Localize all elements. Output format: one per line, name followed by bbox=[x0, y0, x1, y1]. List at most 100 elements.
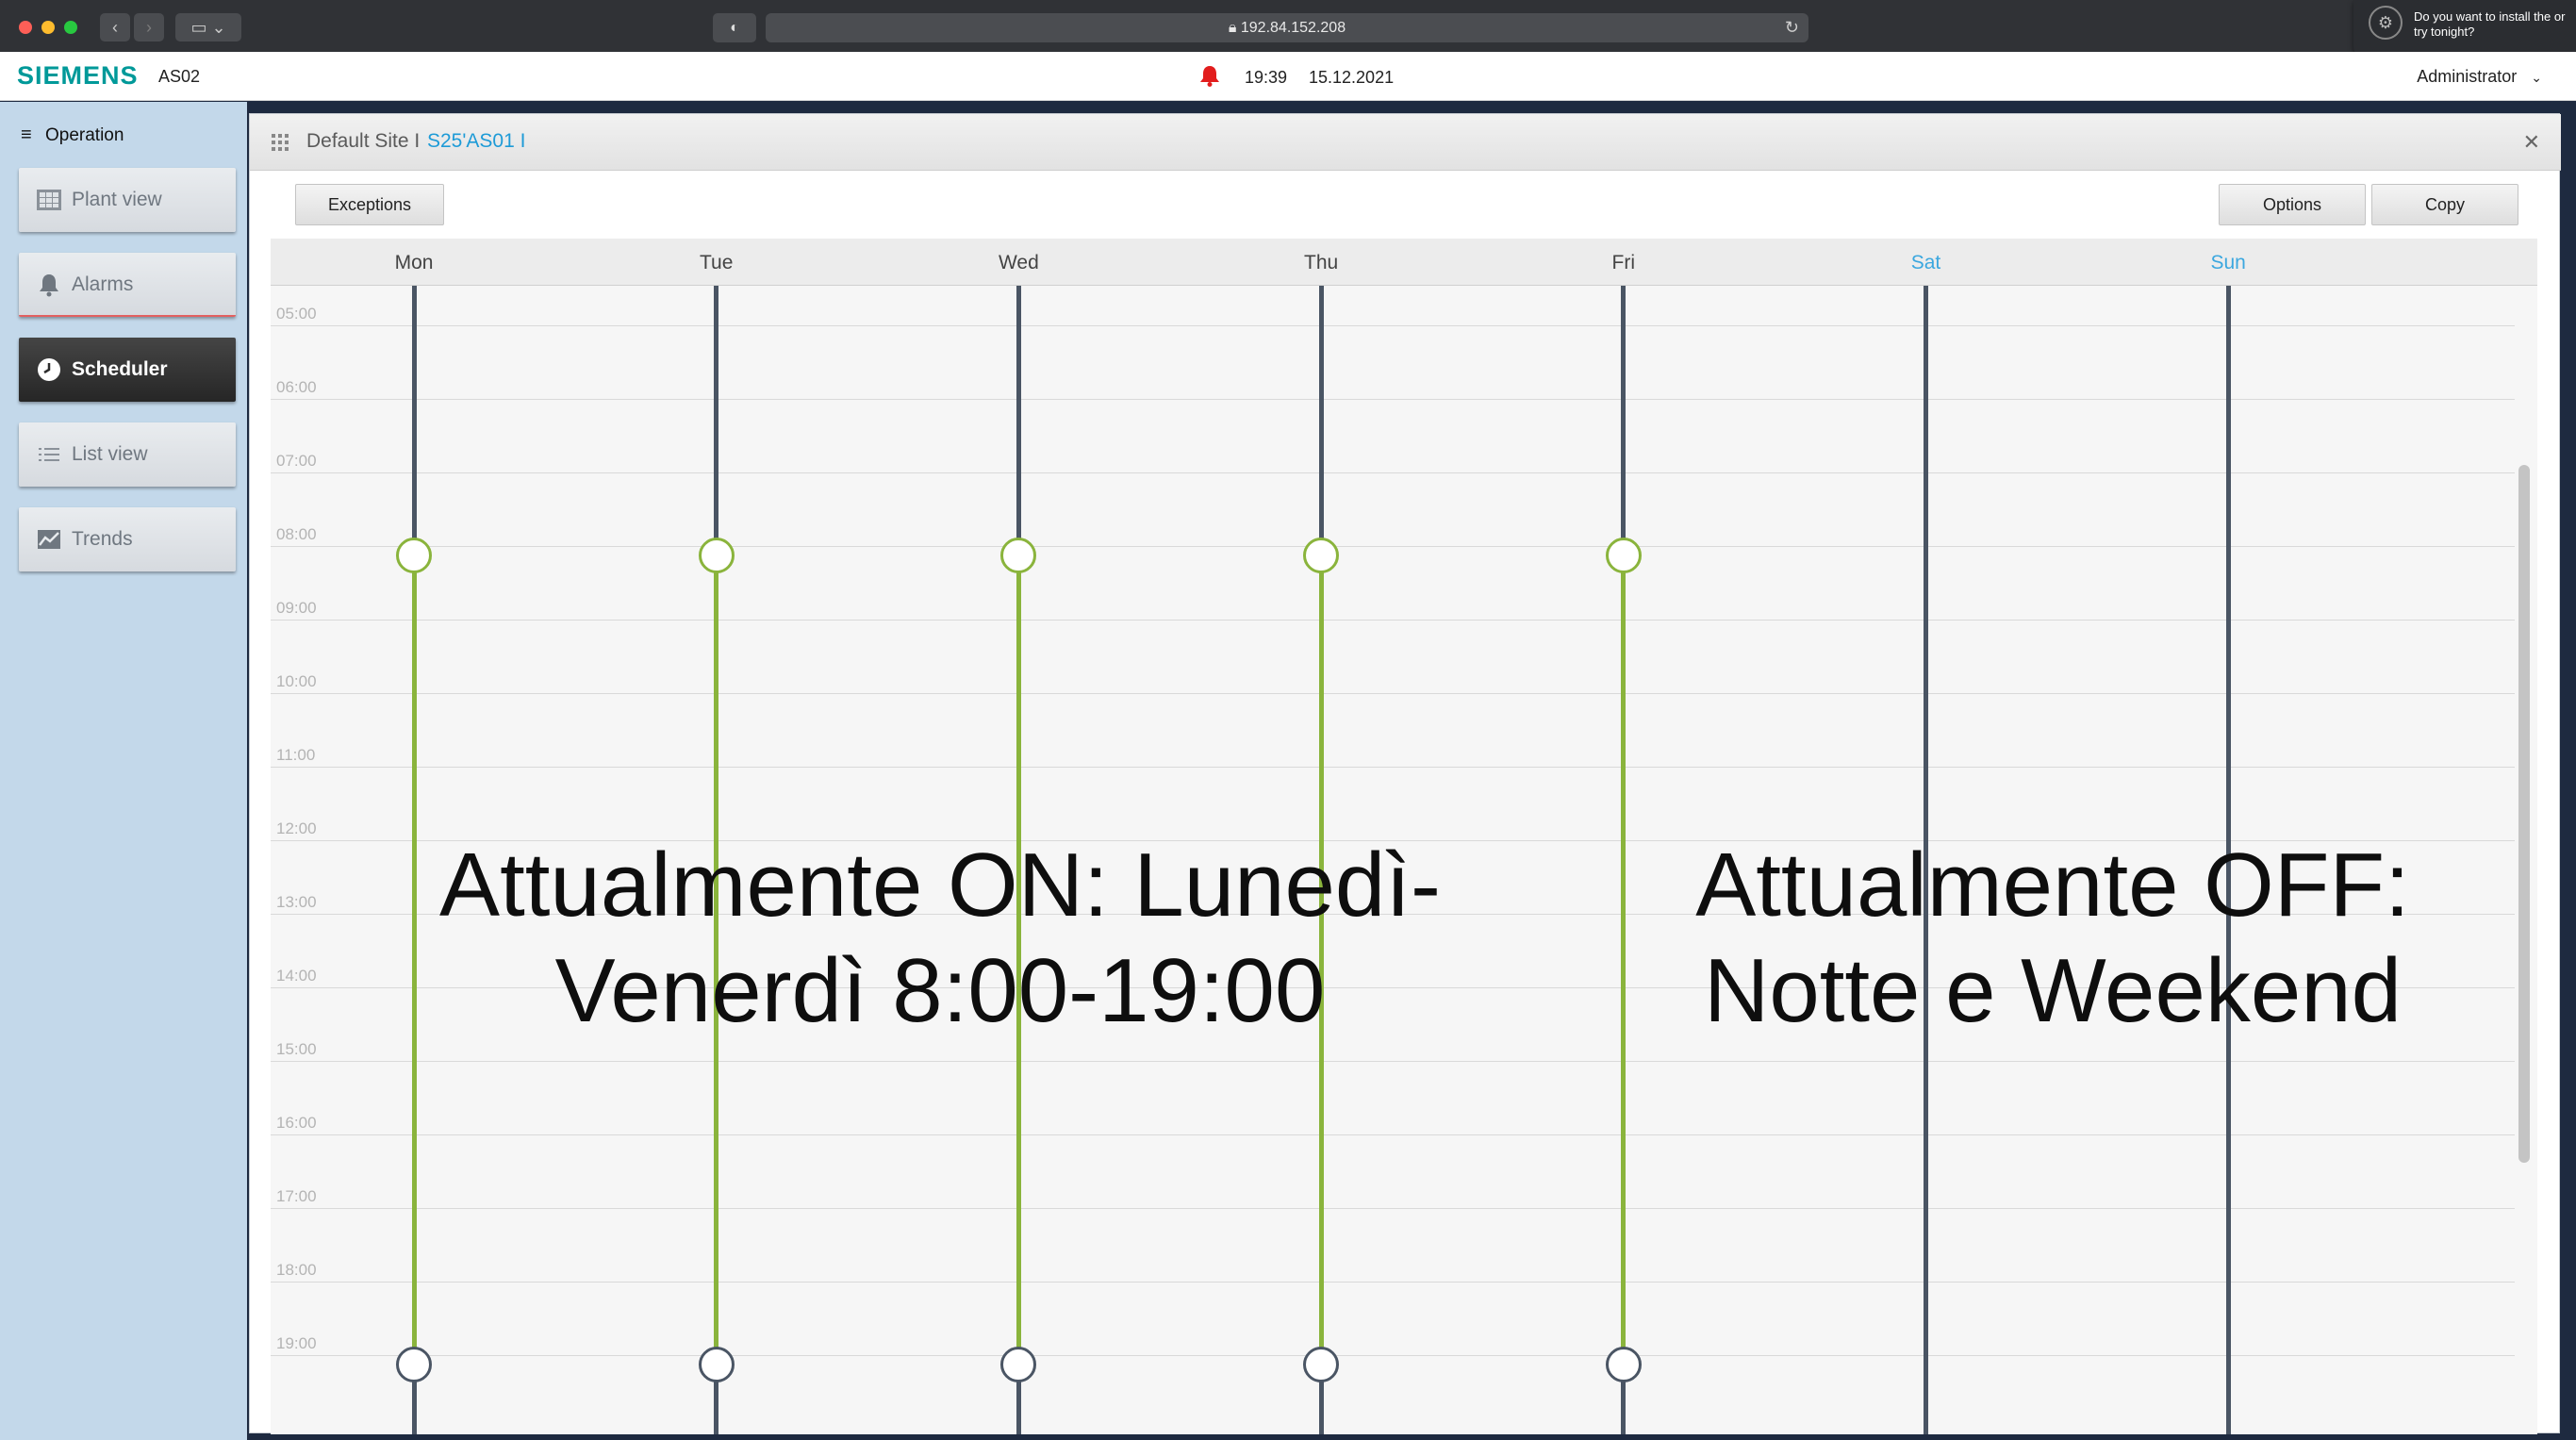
brand-logo: SIEMENS bbox=[17, 61, 139, 90]
off-period-wed[interactable] bbox=[1016, 286, 1021, 555]
hour-gridline bbox=[271, 1061, 2515, 1062]
on-annotation-line2: Venerdì 8:00-19:00 bbox=[554, 940, 1326, 1041]
sidebar-item-scheduler[interactable]: Scheduler bbox=[19, 338, 236, 402]
hour-gridline bbox=[271, 693, 2515, 694]
sidebar-item-trends[interactable]: Trends bbox=[19, 507, 236, 571]
hour-label: 12:00 bbox=[276, 819, 317, 837]
week-schedule: Mon Tue Wed Thu Fri Sat Sun 05:00 06:00 07:00 08:… bbox=[271, 239, 2537, 1434]
sidebar-item-alarms[interactable]: Alarms bbox=[19, 253, 236, 317]
sidebar-toggle-icon[interactable]: ▭ ⌄ bbox=[175, 13, 241, 41]
day-label-sun: Sun bbox=[2210, 252, 2246, 273]
switch-off-marker[interactable] bbox=[1605, 1347, 1642, 1382]
exceptions-button[interactable]: Exceptions bbox=[295, 184, 444, 225]
url-text: 192.84.152.208 bbox=[1240, 20, 1346, 36]
switch-off-marker[interactable] bbox=[396, 1347, 432, 1382]
hour-label: 13:00 bbox=[276, 893, 317, 911]
bell-icon bbox=[40, 274, 58, 297]
hour-gridline bbox=[271, 1282, 2515, 1283]
tools-icon[interactable]: ✕ bbox=[2523, 130, 2540, 155]
sidebar-item-label: Plant view bbox=[72, 189, 162, 210]
main-panel: Default Site I S25'AS01 I ✕ Exceptions O… bbox=[249, 113, 2561, 1434]
device-name: AS02 bbox=[158, 67, 201, 86]
shield-icon[interactable]: ◐ bbox=[713, 13, 756, 42]
user-menu[interactable]: Administrator ⌄ bbox=[2417, 67, 2542, 87]
switch-on-marker[interactable] bbox=[1605, 538, 1642, 573]
off-period-thu[interactable] bbox=[1318, 286, 1324, 555]
hour-label: 15:00 bbox=[276, 1040, 317, 1058]
breadcrumb-site[interactable]: Default Site I bbox=[306, 130, 420, 153]
sidebar: ≡ Operation Plant view Alarms Scheduler L… bbox=[0, 102, 247, 1440]
sidebar-item-list-view[interactable]: List view bbox=[19, 422, 236, 487]
minimize-window-button[interactable] bbox=[41, 21, 55, 34]
user-name: Administrator bbox=[2417, 67, 2518, 86]
switch-off-marker[interactable] bbox=[1000, 1347, 1037, 1382]
hamburger-icon: ≡ bbox=[21, 124, 32, 145]
switch-on-marker[interactable] bbox=[698, 538, 735, 573]
scrollbar[interactable] bbox=[2518, 465, 2530, 1163]
zoom-window-button[interactable] bbox=[64, 21, 77, 34]
hour-label: 16:00 bbox=[276, 1114, 317, 1132]
options-button[interactable]: Options bbox=[2219, 184, 2366, 225]
update-icon: ⚙ bbox=[2369, 6, 2403, 40]
sidebar-item-label: Alarms bbox=[72, 273, 134, 295]
address-bar[interactable]: 🔒︎ 192.84.152.208 ↻ bbox=[766, 13, 1808, 42]
app-header: SIEMENS AS02 19:39 15.12.2021 Administra… bbox=[0, 52, 2576, 101]
off-annotation: Attualmente OFF: Notte e Weekend bbox=[1666, 833, 2439, 1044]
copy-button[interactable]: Copy bbox=[2371, 184, 2518, 225]
on-period-fri[interactable] bbox=[1621, 555, 1627, 1365]
day-label-thu: Thu bbox=[1304, 252, 1339, 273]
on-annotation-line1: Attualmente ON: Lunedì- bbox=[439, 835, 1441, 935]
switch-on-marker[interactable] bbox=[1000, 538, 1037, 573]
day-label-sat: Sat bbox=[1910, 252, 1941, 273]
notification-text: Do you want to install the or try tonigh… bbox=[2414, 9, 2566, 39]
grid-icon bbox=[37, 190, 61, 210]
on-annotation: Attualmente ON: Lunedì- Venerdì 8:00-19:… bbox=[412, 833, 1468, 1044]
operation-menu[interactable]: ≡ Operation bbox=[21, 124, 124, 146]
current-date: 15.12.2021 bbox=[1309, 68, 1395, 87]
switch-off-marker[interactable] bbox=[1303, 1347, 1340, 1382]
hour-label: 11:00 bbox=[276, 746, 316, 764]
hour-label: 19:00 bbox=[276, 1334, 317, 1352]
hour-label: 10:00 bbox=[276, 672, 317, 690]
alarm-bell-icon[interactable] bbox=[1199, 64, 1220, 91]
reload-icon[interactable]: ↻ bbox=[1785, 13, 1799, 42]
hour-gridline bbox=[271, 399, 2515, 400]
day-label-mon: Mon bbox=[394, 252, 434, 273]
off-period-tue[interactable] bbox=[714, 286, 719, 555]
breadcrumb: Default Site I S25'AS01 I ✕ bbox=[250, 114, 2561, 171]
off-period-mon[interactable] bbox=[411, 286, 417, 555]
day-label-tue: Tue bbox=[699, 252, 734, 273]
day-header: Mon Tue Wed Thu Fri Sat Sun bbox=[271, 239, 2537, 286]
list-icon bbox=[39, 448, 59, 461]
hour-gridline bbox=[271, 1355, 2515, 1356]
operation-label: Operation bbox=[45, 125, 124, 145]
sidebar-item-label: Scheduler bbox=[72, 358, 168, 380]
hour-label: 17:00 bbox=[276, 1187, 317, 1205]
hour-gridline bbox=[271, 546, 2515, 547]
switch-on-marker[interactable] bbox=[1303, 538, 1340, 573]
lock-icon: 🔒︎ bbox=[1228, 20, 1241, 36]
hour-gridline bbox=[271, 325, 2515, 326]
hour-gridline bbox=[271, 1134, 2515, 1135]
hour-label: 05:00 bbox=[276, 305, 317, 323]
hour-label: 07:00 bbox=[276, 452, 317, 470]
switch-off-marker[interactable] bbox=[698, 1347, 735, 1382]
sidebar-item-label: List view bbox=[72, 443, 148, 465]
off-period-fri[interactable] bbox=[1621, 286, 1627, 555]
hour-gridline bbox=[271, 620, 2515, 621]
sidebar-item-plant-view[interactable]: Plant view bbox=[19, 168, 236, 232]
sidebar-item-label: Trends bbox=[72, 528, 133, 550]
hour-gridline bbox=[271, 1208, 2515, 1209]
forward-icon[interactable]: › bbox=[134, 13, 164, 41]
off-annotation-line1: Attualmente OFF: bbox=[1695, 835, 2410, 935]
back-icon[interactable]: ‹ bbox=[100, 13, 130, 41]
apps-grid-icon[interactable] bbox=[271, 133, 289, 152]
hour-label: 09:00 bbox=[276, 599, 317, 617]
hour-label: 14:00 bbox=[276, 967, 317, 985]
browser-toolbar: ‹ › ▭ ⌄ ◐ 🔒︎ 192.84.152.208 ↻ ⚙ Do you w… bbox=[0, 0, 2576, 57]
switch-on-marker[interactable] bbox=[396, 538, 432, 573]
hour-label: 08:00 bbox=[276, 525, 317, 543]
breadcrumb-device[interactable]: S25'AS01 I bbox=[427, 130, 525, 153]
notification-popup[interactable]: ⚙ Do you want to install the or try toni… bbox=[2353, 0, 2576, 57]
close-window-button[interactable] bbox=[19, 21, 32, 34]
